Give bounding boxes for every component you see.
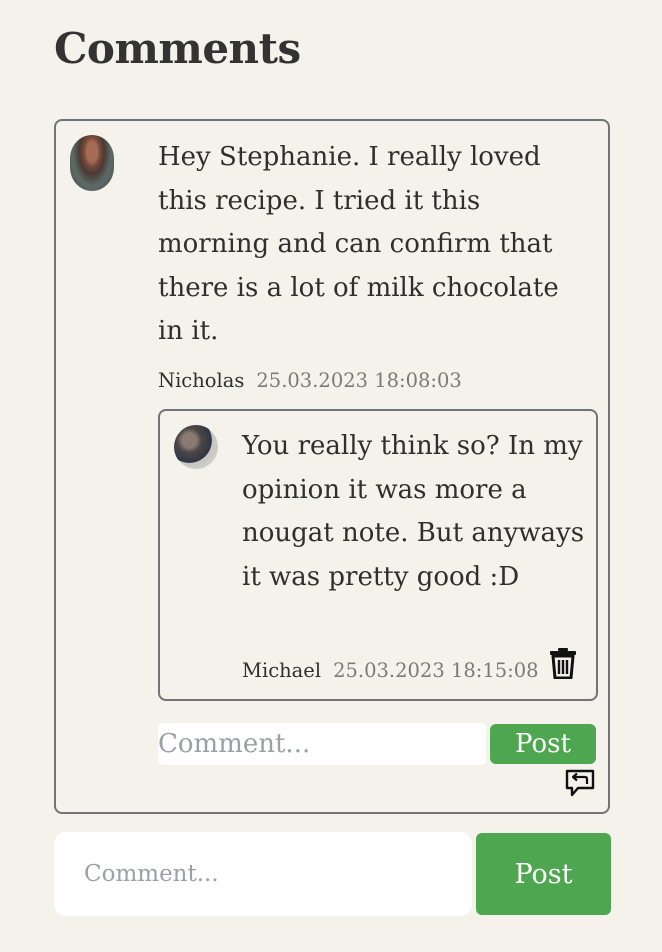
comment-input[interactable] [54, 832, 472, 916]
reply-post-button[interactable]: Post [490, 724, 596, 764]
trash-icon[interactable] [548, 647, 578, 679]
comment-timestamp: 25.03.2023 18:08:03 [256, 369, 462, 392]
reply-input[interactable] [158, 723, 486, 765]
comment-text: Hey Stephanie. I really loved this recip… [158, 142, 559, 346]
comment-card: Hey Stephanie. I really loved this recip… [54, 119, 610, 814]
reply-card: You really think so? In my opinion it wa… [158, 409, 598, 701]
page-title: Comments [54, 24, 301, 73]
reply-author: Michael [242, 659, 322, 682]
comment-author: Nicholas [158, 369, 245, 392]
reply-icon[interactable] [564, 769, 596, 797]
post-button[interactable]: Post [476, 833, 611, 915]
reply-timestamp: 25.03.2023 18:15:08 [333, 659, 539, 682]
comment-meta: Nicholas 25.03.2023 18:08:03 [158, 369, 462, 392]
reply-text: You really think so? In my opinion it wa… [242, 431, 585, 592]
comments-page: Comments Hey Stephanie. I really loved t… [0, 0, 662, 952]
user-avatar-icon [70, 135, 114, 191]
user-avatar-icon [174, 425, 218, 469]
reply-meta: Michael 25.03.2023 18:15:08 [242, 659, 539, 682]
